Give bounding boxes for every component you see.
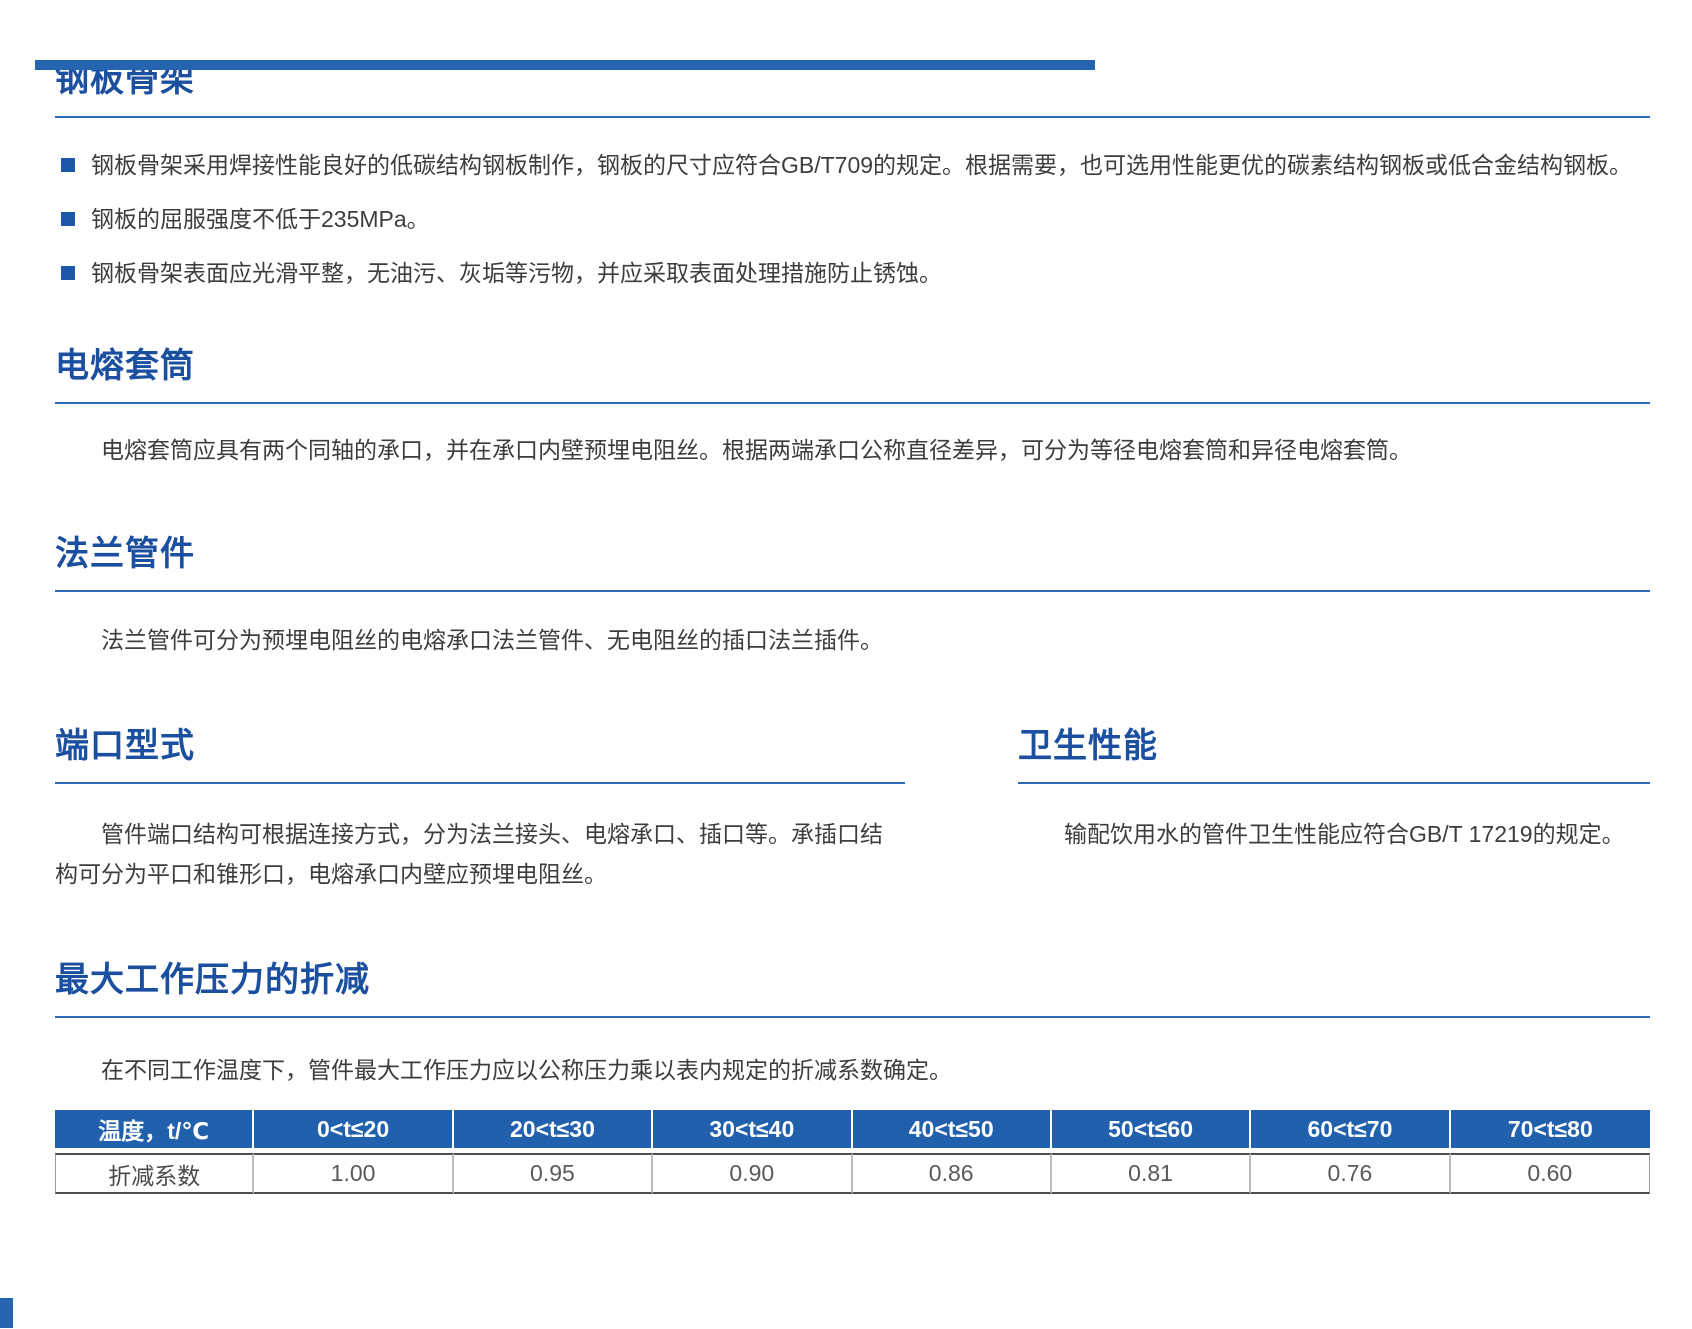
pressure-reduction-table: 温度，t/℃ 0<t≤20 20<t≤30 30<t≤40 40<t≤50 50… (55, 1110, 1650, 1194)
table-body: 折减系数 1.00 0.95 0.90 0.86 0.81 0.76 0.60 (55, 1153, 1650, 1194)
table-header-cell: 60<t≤70 (1251, 1110, 1450, 1153)
bullet-square-icon (61, 158, 75, 172)
list-item: 钢板的屈服强度不低于235MPa。 (55, 202, 1650, 236)
table-row: 折减系数 1.00 0.95 0.90 0.86 0.81 0.76 0.60 (55, 1153, 1650, 1194)
top-decoration-bar (35, 60, 1095, 70)
table-cell: 0.81 (1052, 1153, 1251, 1194)
title-underline (55, 590, 1650, 592)
section-flange-fittings: 法兰管件 法兰管件可分为预埋电阻丝的电熔承口法兰管件、无电阻丝的插口法兰插件。 (55, 534, 1650, 660)
two-column-row: 端口型式 管件端口结构可根据连接方式，分为法兰接头、电熔承口、插口等。承插口结构… (55, 726, 1650, 894)
section-steel-frame: 钢板骨架 钢板骨架采用焊接性能良好的低碳结构钢板制作，钢板的尺寸应符合GB/T7… (55, 60, 1650, 290)
section-title-flange-fittings: 法兰管件 (55, 534, 1650, 575)
table-cell: 折减系数 (55, 1153, 254, 1194)
bullet-list: 钢板骨架采用焊接性能良好的低碳结构钢板制作，钢板的尺寸应符合GB/T709的规定… (55, 148, 1650, 290)
table-header: 温度，t/℃ 0<t≤20 20<t≤30 30<t≤40 40<t≤50 50… (55, 1110, 1650, 1153)
bullet-square-icon (61, 212, 75, 226)
section-paragraph: 在不同工作温度下，管件最大工作压力应以公称压力乘以表内规定的折减系数确定。 (55, 1050, 1650, 1090)
section-paragraph: 电熔套筒应具有两个同轴的承口，并在承口内壁预埋电阻丝。根据两端承口公称直径差异，… (55, 430, 1650, 470)
title-underline (1018, 782, 1650, 784)
table-cell: 0.90 (653, 1153, 852, 1194)
title-underline (55, 402, 1650, 404)
section-title-max-pressure-reduction: 最大工作压力的折减 (55, 960, 1650, 1001)
title-underline (55, 116, 1650, 118)
section-title-port-type: 端口型式 (55, 726, 905, 767)
bullet-text: 钢板骨架表面应光滑平整，无油污、灰垢等污物，并应采取表面处理措施防止锈蚀。 (91, 256, 942, 290)
table-header-cell: 20<t≤30 (454, 1110, 653, 1153)
page-content: 钢板骨架 钢板骨架采用焊接性能良好的低碳结构钢板制作，钢板的尺寸应符合GB/T7… (0, 60, 1692, 1194)
bullet-text: 钢板的屈服强度不低于235MPa。 (91, 202, 430, 236)
section-hygiene-performance: 卫生性能 输配饮用水的管件卫生性能应符合GB/T 17219的规定。 (1018, 726, 1650, 894)
table-cell: 0.76 (1251, 1153, 1450, 1194)
bullet-text: 钢板骨架采用焊接性能良好的低碳结构钢板制作，钢板的尺寸应符合GB/T709的规定… (91, 148, 1632, 182)
table-header-cell: 温度，t/℃ (55, 1110, 254, 1153)
list-item: 钢板骨架采用焊接性能良好的低碳结构钢板制作，钢板的尺寸应符合GB/T709的规定… (55, 148, 1650, 182)
table-header-cell: 40<t≤50 (853, 1110, 1052, 1153)
bottom-page-tab (0, 1298, 13, 1328)
list-item: 钢板骨架表面应光滑平整，无油污、灰垢等污物，并应采取表面处理措施防止锈蚀。 (55, 256, 1650, 290)
section-paragraph: 法兰管件可分为预埋电阻丝的电熔承口法兰管件、无电阻丝的插口法兰插件。 (55, 620, 1650, 660)
table-header-cell: 50<t≤60 (1052, 1110, 1251, 1153)
section-electrofusion-sleeve: 电熔套筒 电熔套筒应具有两个同轴的承口，并在承口内壁预埋电阻丝。根据两端承口公称… (55, 346, 1650, 470)
section-paragraph: 管件端口结构可根据连接方式，分为法兰接头、电熔承口、插口等。承插口结构可分为平口… (55, 814, 905, 894)
title-underline (55, 1016, 1650, 1018)
table-header-cell: 70<t≤80 (1451, 1110, 1650, 1153)
section-port-type: 端口型式 管件端口结构可根据连接方式，分为法兰接头、电熔承口、插口等。承插口结构… (55, 726, 905, 894)
table-header-row: 温度，t/℃ 0<t≤20 20<t≤30 30<t≤40 40<t≤50 50… (55, 1110, 1650, 1153)
table-cell: 0.86 (853, 1153, 1052, 1194)
table-header-cell: 0<t≤20 (254, 1110, 453, 1153)
section-max-pressure-reduction: 最大工作压力的折减 在不同工作温度下，管件最大工作压力应以公称压力乘以表内规定的… (55, 960, 1650, 1194)
table-cell: 1.00 (254, 1153, 453, 1194)
table-cell: 0.95 (454, 1153, 653, 1194)
bullet-square-icon (61, 266, 75, 280)
table-header-cell: 30<t≤40 (653, 1110, 852, 1153)
title-underline (55, 782, 905, 784)
table-cell: 0.60 (1451, 1153, 1650, 1194)
section-paragraph: 输配饮用水的管件卫生性能应符合GB/T 17219的规定。 (1018, 814, 1650, 854)
section-title-electrofusion-sleeve: 电熔套筒 (55, 346, 1650, 387)
section-title-hygiene-performance: 卫生性能 (1018, 726, 1650, 767)
